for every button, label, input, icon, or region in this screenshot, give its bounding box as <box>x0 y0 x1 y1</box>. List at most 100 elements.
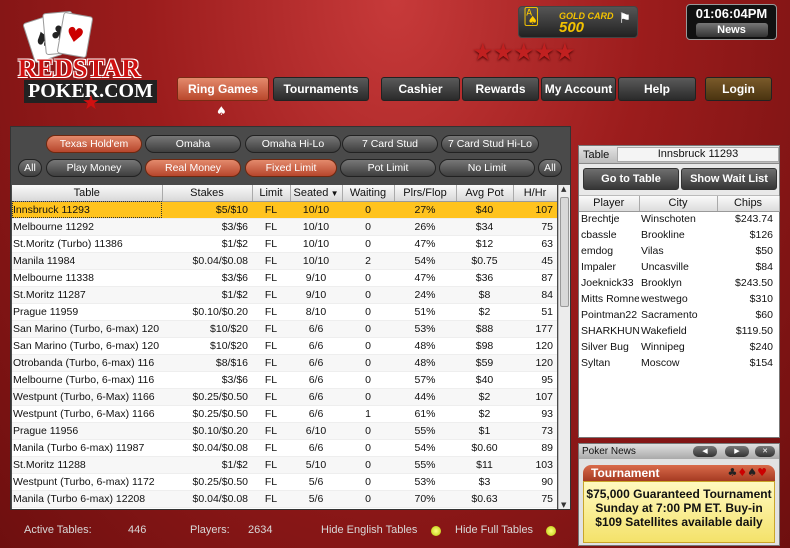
players-label: Players: <box>190 524 230 536</box>
table-row[interactable]: Melbourne 11387$3/$6FL3/100100%$24187 <box>12 507 557 509</box>
cell-0: St.Moritz (Turbo) 11386 <box>12 235 162 253</box>
player-row[interactable]: Pointman22 Sacramento $60 <box>579 307 779 323</box>
player-row[interactable]: Impaler Uncasville $84 <box>579 259 779 275</box>
hide-english-indicator-icon[interactable] <box>431 526 441 536</box>
column-header-3[interactable]: Seated ▼ <box>290 185 343 202</box>
table-row[interactable]: Prague 11959 $0.10/$0.20 FL 8/10 0 51% $2 51 <box>12 303 557 321</box>
news-close-icon[interactable]: ✕ <box>755 446 775 457</box>
filter-all-left[interactable]: All <box>18 159 42 177</box>
cell-3: 10/10 <box>290 235 342 253</box>
player-column-header-0[interactable]: Player <box>579 196 640 212</box>
column-header-2[interactable]: Limit <box>252 185 291 202</box>
cashier-button[interactable]: Cashier <box>381 77 460 101</box>
cell-5: 55% <box>394 422 456 440</box>
column-header-1[interactable]: Stakes <box>162 185 253 202</box>
player-column-header-1[interactable]: City <box>639 196 718 212</box>
hide-full-indicator-icon[interactable] <box>546 526 556 536</box>
column-header-7[interactable]: H/Hr <box>513 185 557 202</box>
filter-no-limit[interactable]: No Limit <box>439 159 535 177</box>
sort-desc-icon: ▼ <box>328 188 339 198</box>
player-row[interactable]: cbassle Brookline $126 <box>579 227 779 243</box>
cell-3: 6/6 <box>290 354 342 372</box>
cell-4: 0 <box>342 507 394 509</box>
my-account-button[interactable]: My Account <box>541 77 616 101</box>
hide-full-tables-toggle[interactable]: Hide Full Tables <box>455 524 533 536</box>
cell-7: 187 <box>513 507 557 509</box>
column-header-4[interactable]: Waiting <box>342 185 395 202</box>
column-header-6[interactable]: Avg Pot <box>456 185 514 202</box>
grid-scrollbar[interactable]: ▲ ▼ <box>558 185 570 509</box>
game-tab-0[interactable]: Texas Hold'em <box>46 135 142 153</box>
gold-card-promo[interactable]: 🂡 GOLD CARD 500 ⚑ <box>518 6 638 38</box>
filter-fixed-limit[interactable]: Fixed Limit <box>245 159 337 177</box>
cell-5: 47% <box>394 235 456 253</box>
news-body[interactable]: $75,000 Guaranteed Tournament Sunday at … <box>583 481 775 543</box>
cell-7: 107 <box>513 388 557 406</box>
show-wait-list-button[interactable]: Show Wait List <box>681 168 777 190</box>
cell-2: FL <box>252 456 290 474</box>
scroll-up-icon[interactable]: ▲ <box>561 185 566 193</box>
game-tab-1[interactable]: Omaha <box>145 135 241 153</box>
column-header-5[interactable]: Plrs/Flop <box>394 185 457 202</box>
cell-3: 10/10 <box>290 252 342 270</box>
game-tab-3[interactable]: 7 Card Stud <box>342 135 438 153</box>
filter-pot-limit[interactable]: Pot Limit <box>340 159 436 177</box>
filter-play-money[interactable]: Play Money <box>46 159 142 177</box>
table-row[interactable]: San Marino (Turbo, 6-max) 120 $10/$20 FL 6/… <box>12 337 557 355</box>
player-row[interactable]: Syltan Moscow $154 <box>579 355 779 371</box>
table-row[interactable]: Melbourne 11338 $3/$6 FL 9/10 0 47% $36 87 <box>12 269 557 287</box>
cell-7: 120 <box>513 354 557 372</box>
login-button[interactable]: Login <box>705 77 772 101</box>
game-tab-4[interactable]: 7 Card Stud Hi-Lo <box>441 135 539 153</box>
cell-1: $3/$6 <box>162 269 252 287</box>
column-header-0[interactable]: Table <box>12 185 163 202</box>
cell-4: 0 <box>342 422 394 440</box>
table-row[interactable]: Westpunt (Turbo, 6-max) 1172 $0.25/$0.50 F… <box>12 473 557 491</box>
table-row[interactable]: Westpunt (Turbo, 6-Max) 1166 $0.25/$0.50 F… <box>12 388 557 406</box>
cell-1: $0.10/$0.20 <box>162 422 252 440</box>
table-row[interactable]: St.Moritz 11287 $1/$2 FL 9/10 0 24% $8 84 <box>12 286 557 304</box>
scroll-down-icon[interactable]: ▼ <box>561 501 566 509</box>
news-prev-icon[interactable]: ◀ <box>693 446 717 457</box>
news-button[interactable]: News <box>695 23 768 37</box>
player-row[interactable]: SHARKHUNTWakefield $119.50 <box>579 323 779 339</box>
ring-games-button[interactable]: Ring Games <box>177 77 269 101</box>
news-next-icon[interactable]: ▶ <box>725 446 749 457</box>
table-row[interactable]: Manila (Turbo 6-max) 12208 $0.04/$0.08 FL 5… <box>12 490 557 508</box>
table-row[interactable]: Melbourne (Turbo, 6-max) 116 $3/$6 FL 6/6 0 5… <box>12 371 557 389</box>
table-row[interactable]: Manila (Turbo 6-max) 11987 $0.04/$0.08 FL 6… <box>12 439 557 457</box>
table-row[interactable]: Prague 11956 $0.10/$0.20 FL 6/10 0 55% $1 73 <box>12 422 557 440</box>
table-row[interactable]: Innsbruck 11293 $5/$10 FL 10/10 0 27% $40 107 <box>12 201 557 219</box>
cell-6: $98 <box>456 337 513 355</box>
player-row[interactable]: Joeknick33 Brooklyn $243.50 <box>579 275 779 291</box>
table-row[interactable]: St.Moritz (Turbo) 11386 $1/$2 FL 10/10 0 47% $… <box>12 235 557 253</box>
filter-real-money[interactable]: Real Money <box>145 159 241 177</box>
cell-7: 120 <box>513 337 557 355</box>
table-row[interactable]: St.Moritz 11288 $1/$2 FL 5/10 0 55% $11 103 <box>12 456 557 474</box>
filter-all-right[interactable]: All <box>538 159 562 177</box>
go-to-table-button[interactable]: Go to Table <box>583 168 679 190</box>
player-cell-1: westwego <box>641 293 688 305</box>
scrollbar-thumb[interactable] <box>560 197 569 307</box>
tournaments-button[interactable]: Tournaments <box>273 77 369 101</box>
table-row[interactable]: Otrobanda (Turbo, 6-max) 116 $8/$16 FL 6/6 0… <box>12 354 557 372</box>
cell-2: FL <box>252 252 290 270</box>
player-row[interactable]: Mitts Romne westwego $310 <box>579 291 779 307</box>
player-row[interactable]: Silver Bug Winnipeg $240 <box>579 339 779 355</box>
game-tab-2[interactable]: Omaha Hi-Lo <box>245 135 341 153</box>
rewards-button[interactable]: Rewards <box>462 77 539 101</box>
player-row[interactable]: Brechtje Winschoten $243.74 <box>579 211 779 227</box>
table-row[interactable]: Manila 11984 $0.04/$0.08 FL 10/10 2 54% $0.75 4… <box>12 252 557 270</box>
cell-5: 47% <box>394 269 456 287</box>
player-row[interactable]: emdog Vilas $50 <box>579 243 779 259</box>
table-row[interactable]: San Marino (Turbo, 6-max) 120 $10/$20 FL 6/… <box>12 320 557 338</box>
player-column-header-2[interactable]: Chips <box>717 196 780 212</box>
cell-2: FL <box>252 337 290 355</box>
help-button[interactable]: Help <box>618 77 696 101</box>
table-row[interactable]: Melbourne 11292 $3/$6 FL 10/10 0 26% $34 75 <box>12 218 557 236</box>
player-cell-0: Brechtje <box>581 213 620 226</box>
cell-4: 0 <box>342 371 394 389</box>
cell-3: 10/10 <box>290 201 342 219</box>
table-row[interactable]: Westpunt (Turbo, 6-Max) 1166 $0.25/$0.50 F… <box>12 405 557 423</box>
hide-english-tables-toggle[interactable]: Hide English Tables <box>321 524 417 536</box>
